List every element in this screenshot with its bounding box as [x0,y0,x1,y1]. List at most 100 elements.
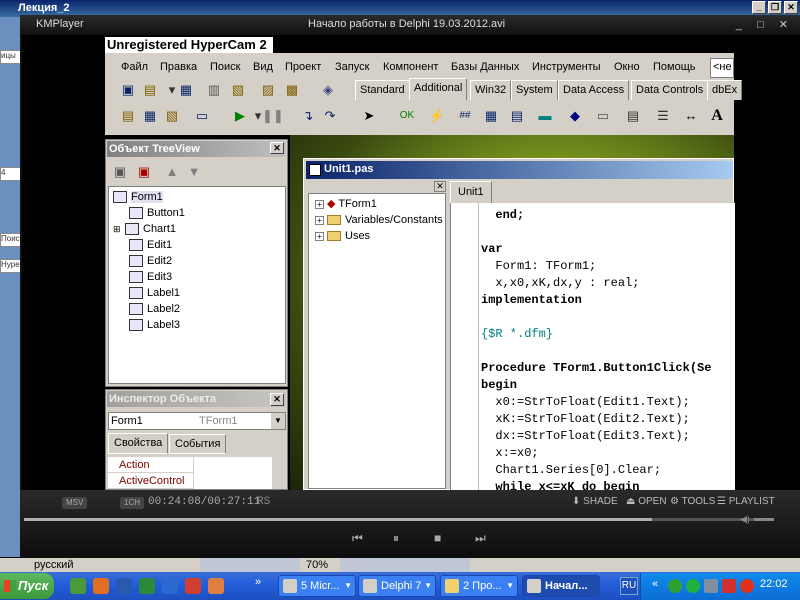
shape-icon[interactable]: ◆ [565,106,585,126]
chevron-down-icon[interactable]: ▼ [271,413,285,429]
menu-project[interactable]: Проект [285,61,321,73]
code-line[interactable]: dx:=StrToFloat(Edit3.Text); [481,428,689,445]
menu-edit[interactable]: Правка [160,61,197,73]
quicklaunch-icon-6[interactable] [185,578,201,594]
code-line[interactable]: Procedure TForm1.Button1Click(Se [481,360,711,377]
view-form-icon[interactable]: ▦ [140,106,160,126]
treeview-close-icon[interactable]: ✕ [270,142,284,154]
tree-item-edit3[interactable]: Edit3 [129,269,172,285]
scrollbox-icon[interactable]: ▤ [623,106,643,126]
task-kmplayer[interactable]: Начал... [522,575,600,597]
code-area[interactable]: end; var Form1: TForm1; x,x0,xK,dx,y : re… [450,203,735,491]
quicklaunch-more-icon[interactable]: » [255,576,261,588]
menu-view[interactable]: Вид [253,61,273,73]
remove-file-icon[interactable]: ▩ [282,80,302,100]
property-scrollbar[interactable] [271,457,285,489]
save-icon[interactable]: ▦ [176,80,196,100]
ie-icon[interactable] [162,578,178,594]
open-project-icon[interactable]: ▧ [228,80,248,100]
bitbtn-icon[interactable]: OK [397,106,417,126]
palette-tab-win32[interactable]: Win32 [470,80,512,100]
maskedit-icon[interactable]: ## [455,106,475,126]
new-icon[interactable]: ▣ [118,80,138,100]
tree-item-label2[interactable]: Label2 [129,301,180,317]
tab-events[interactable]: События [169,434,227,454]
tree-item-label1[interactable]: Label1 [129,285,180,301]
input-language[interactable]: RU [620,577,638,595]
menu-search[interactable]: Поиск [210,61,240,73]
menu-file[interactable]: Файл [121,61,148,73]
start-button[interactable]: Пуск [0,573,54,599]
code-line[interactable]: xK:=StrToFloat(Edit2.Text); [481,411,689,428]
treeview-delete-icon[interactable]: ▣ [110,162,130,182]
menu-component[interactable]: Компонент [383,61,438,73]
explorer-item-tform1[interactable]: + ◆ TForm1 [315,196,377,212]
antivirus-icon[interactable] [722,579,736,593]
explorer-close-icon[interactable]: ✕ [434,181,446,192]
tree-item-button1[interactable]: Button1 [129,205,185,221]
tree-item-edit1[interactable]: Edit1 [129,237,172,253]
treeview-remove-icon[interactable]: ▣ [134,162,154,182]
tools-button[interactable]: ⚙ TOOLS [670,496,715,507]
code-line[interactable]: Form1: TForm1; [481,258,596,275]
checklistbox-icon[interactable]: ☰ [653,106,673,126]
code-line[interactable]: end; [481,207,524,224]
new-form-icon[interactable]: ▭ [192,106,212,126]
pause-icon[interactable]: ⏸ [393,531,399,546]
tree-item-edit2[interactable]: Edit2 [129,253,172,269]
previous-icon[interactable]: ⏮ [352,531,363,546]
tab-properties[interactable]: Свойства [108,433,169,454]
quicklaunch-icon-1[interactable] [70,578,86,594]
trace-into-icon[interactable]: ↴ [298,106,318,126]
menu-window[interactable]: Окно [614,61,640,73]
restore-button[interactable]: ❐ [768,1,782,14]
palette-tab-standard[interactable]: Standard [355,80,410,100]
splitter-icon[interactable]: ↔ [681,106,701,126]
inspector-close-icon[interactable]: ✕ [270,393,284,406]
menu-tools[interactable]: Инструменты [532,61,601,73]
pointer-icon[interactable]: ➤ [359,106,379,126]
menu-help[interactable]: Помощь [653,61,696,73]
stringgrid-icon[interactable]: ▦ [481,106,501,126]
tray-expand-icon[interactable]: « [652,578,658,590]
pause-icon[interactable]: ❚❚ [262,106,284,126]
kmplayer-window-controls[interactable]: _ □ ✕ [736,18,794,31]
statictext-icon[interactable]: A [707,106,727,126]
code-line[interactable]: x0:=StrToFloat(Edit1.Text); [481,394,689,411]
zoom-slider[interactable] [340,558,470,572]
menu-database[interactable]: Базы Данных [451,61,519,73]
tray-icon-1[interactable] [668,579,682,593]
open-button[interactable]: ⏏ OPEN [626,496,667,507]
tree-item-label3[interactable]: Label3 [129,317,180,333]
desktop-layout-combo[interactable]: <не [710,58,734,78]
help-book-icon[interactable]: ◈ [318,80,338,100]
palette-tab-dbexpress[interactable]: dbEx [707,80,743,100]
toggle-form-unit-icon[interactable]: ▧ [162,106,182,126]
quicklaunch-icon-2[interactable] [93,578,109,594]
palette-tab-data-controls[interactable]: Data Controls [631,80,709,100]
code-line[interactable]: x,x0,xK,dx,y : real; [481,275,639,292]
code-line[interactable]: {$R *.dfm} [481,326,553,343]
tree-item-form1[interactable]: Form1 [113,189,163,205]
run-icon[interactable]: ▶ [230,106,250,126]
code-line[interactable]: var [481,241,503,258]
speedbutton-icon[interactable]: ⚡ [427,106,447,126]
minimize-button[interactable]: _ [752,1,766,14]
close-button[interactable]: ✕ [784,1,798,14]
editor-tab-unit1[interactable]: Unit1 [450,181,492,203]
palette-tab-system[interactable]: System [511,80,558,100]
tray-icon-2[interactable] [686,579,700,593]
shade-button[interactable]: ⬇ SHADE [572,496,618,507]
next-icon[interactable]: ⏭ [475,531,486,546]
playlist-button[interactable]: ☰ PLAYLIST [717,496,775,507]
task-delphi[interactable]: Delphi 7 ▼ [358,575,436,597]
menu-run[interactable]: Запуск [335,61,369,73]
bevel-icon[interactable]: ▭ [593,106,613,126]
volume-slider[interactable] [754,518,774,521]
add-file-icon[interactable]: ▨ [258,80,278,100]
code-line[interactable]: x:=x0; [481,445,538,462]
property-activecontrol[interactable]: ActiveControl [108,473,194,489]
move-down-icon[interactable]: ▼ [184,162,204,182]
image-icon[interactable]: ▬ [535,106,555,126]
view-buttons[interactable] [200,558,300,572]
